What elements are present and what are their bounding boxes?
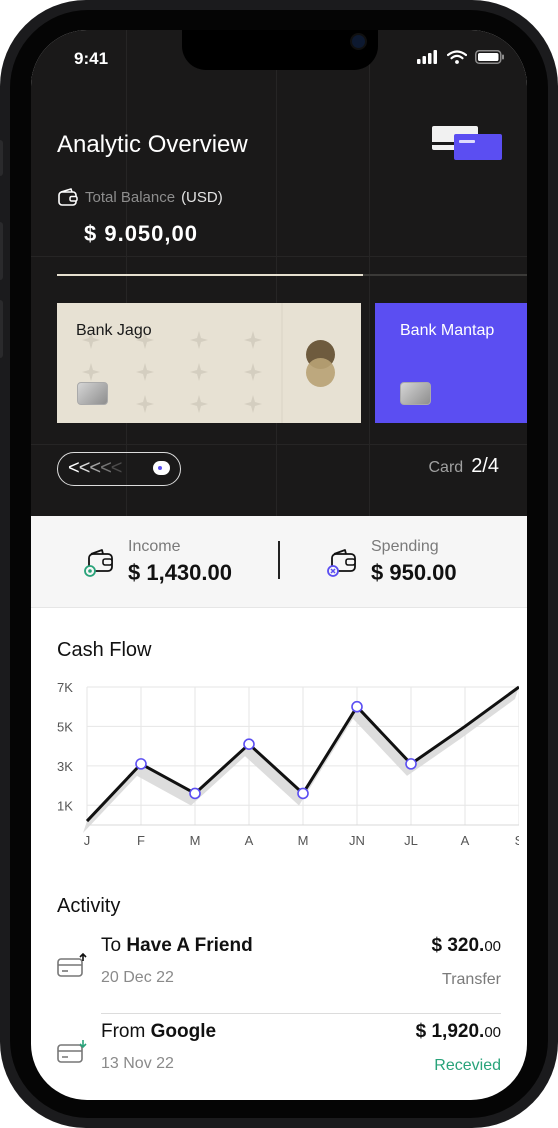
grid-line — [31, 256, 527, 257]
activity-date: 13 Nov 22 — [101, 1055, 174, 1072]
bank-card-mantap[interactable]: Bank Mantap — [375, 303, 527, 423]
income-wallet-icon — [84, 549, 113, 577]
chart-x-tick-label: JL — [404, 833, 418, 848]
chart-shadow-area — [83, 687, 519, 834]
pager-arrow: < — [78, 457, 91, 479]
chart-x-tick-label: J — [84, 833, 91, 848]
spending-wallet-icon — [327, 549, 356, 577]
card-chip-icon — [77, 382, 108, 405]
chart-x-tick-label: A — [461, 833, 470, 848]
card-counter: Card 2/4 — [429, 455, 500, 478]
chart-y-tick-label: 7K — [57, 680, 73, 695]
balance-label: Total Balance (USD) — [57, 188, 223, 207]
chart-x-tick-label: M — [298, 833, 309, 848]
chart-y-tick-label: 5K — [57, 719, 73, 734]
activity-item[interactable]: From Google 13 Nov 22 $ 1,920.00 Recevie… — [57, 1013, 501, 1097]
mute-switch — [0, 140, 3, 176]
pager-arrows-icon[interactable]: <<<<< — [68, 457, 123, 480]
card-counter-label: Card — [428, 459, 464, 476]
wifi-icon — [447, 50, 467, 64]
activity-item[interactable]: To Have A Friend 20 Dec 22 $ 320.00 Tran… — [57, 927, 501, 1011]
page-title: Analytic Overview — [57, 131, 248, 158]
overview-panel: 9:41 Analytic Overview Total Balance (US… — [31, 30, 527, 516]
cards-icon[interactable] — [432, 126, 502, 160]
income-value: $ 1,430.00 — [128, 560, 232, 585]
chart-x-tick-label: A — [245, 833, 254, 848]
activity-type: Transfer — [442, 971, 501, 988]
activity-title-text: From Google — [101, 1021, 217, 1042]
activity-amount: $ 320.00 — [431, 935, 501, 956]
card-scroll-progress-fill — [57, 274, 363, 276]
balance-currency: (USD) — [181, 189, 223, 206]
wallet-icon — [58, 188, 78, 206]
balance-label-text: Total Balance — [85, 189, 176, 206]
summary-divider — [278, 541, 280, 579]
chart-point — [351, 700, 363, 713]
pager-arrow: < — [89, 457, 101, 479]
chart-point — [297, 787, 309, 800]
balance-value: $ 9.050,00 — [84, 221, 198, 246]
spending-value: $ 950.00 — [371, 560, 457, 585]
pager-arrow: < — [68, 457, 80, 479]
activity-date: 20 Dec 22 — [101, 969, 174, 986]
card-scroll-progress — [57, 274, 527, 276]
chart-point — [189, 787, 201, 800]
card-bank-name: Bank Mantap — [400, 322, 495, 339]
chart-point — [135, 758, 147, 770]
status-time: 9:41 — [74, 49, 109, 68]
bank-card-jago[interactable]: Bank Jago — [57, 303, 361, 423]
activity-amount: $ 1,920.00 — [415, 1021, 501, 1042]
chart-x-tick-label: M — [190, 833, 201, 848]
notch — [182, 30, 378, 70]
pager-arrow: < — [100, 457, 112, 479]
battery-icon — [475, 50, 504, 64]
transfer-out-icon — [57, 952, 87, 977]
signal-icon — [417, 50, 437, 64]
screen: 9:41 Analytic Overview Total Balance (US… — [31, 30, 527, 1100]
status-icons — [417, 50, 505, 64]
activity-title-text: To Have A Friend — [101, 935, 253, 956]
income-label: Income — [128, 538, 181, 555]
volume-up-button — [0, 222, 3, 280]
chart-point — [405, 758, 417, 770]
chart-y-tick-label: 1K — [57, 798, 73, 813]
card-pager[interactable]: <<<<< — [57, 452, 181, 486]
camera — [350, 33, 367, 50]
cash-flow-title: Cash Flow — [57, 639, 152, 661]
transfer-in-icon — [57, 1040, 87, 1063]
card-chip-icon — [400, 382, 431, 405]
chart-x-tick-label: JN — [349, 833, 365, 848]
spending-label: Spending — [371, 538, 439, 555]
card-bank-name: Bank Jago — [76, 322, 152, 339]
chart-y-tick-label: 3K — [57, 759, 73, 774]
grid-line — [31, 444, 527, 445]
activity-title: Activity — [57, 895, 121, 917]
cash-flow-chart: 7K 5K 3K 1K J F M A M JN JL A S — [57, 680, 519, 848]
chart-x-tick-label: F — [137, 833, 145, 848]
activity-type: Recevied — [434, 1057, 501, 1074]
volume-down-button — [0, 300, 3, 358]
pager-dot-icon — [153, 461, 170, 475]
pager-arrow: < — [110, 457, 123, 479]
chart-x-tick-label: S — [515, 833, 519, 848]
income-spending-summary: Income $ 1,430.00 Spending $ 950.00 — [31, 516, 527, 608]
card-brand-icon — [306, 358, 335, 387]
card-counter-value: 2/4 — [471, 455, 499, 477]
chart-point — [243, 738, 255, 750]
